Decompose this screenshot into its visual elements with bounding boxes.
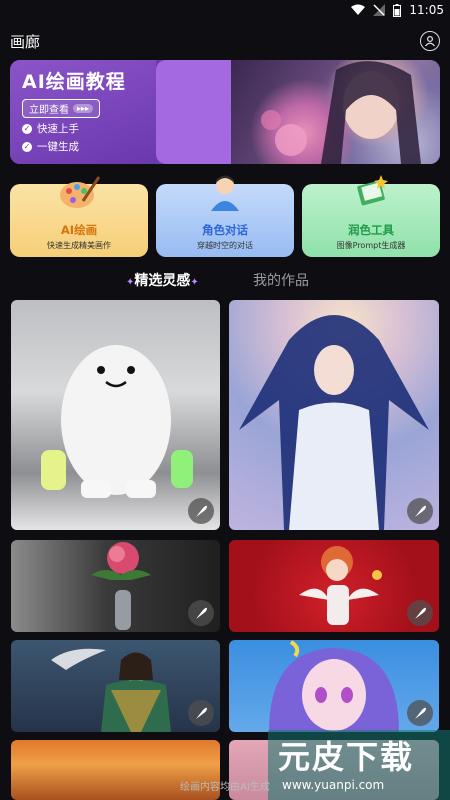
feature-label: 快速上手 bbox=[37, 123, 79, 135]
no-signal-icon bbox=[373, 4, 386, 16]
sparkle-icon: ✦ bbox=[190, 277, 199, 288]
profile-button[interactable] bbox=[420, 31, 440, 51]
card-subtitle: 快速生成精美画作 bbox=[47, 241, 111, 250]
remix-button[interactable] bbox=[188, 700, 214, 726]
book-icon bbox=[349, 170, 393, 212]
view-now-label: 立即查看 bbox=[29, 105, 69, 116]
remix-button[interactable] bbox=[188, 600, 214, 626]
blue-hair-girl-image[interactable] bbox=[229, 300, 439, 530]
watermark-text: 元皮下载 bbox=[278, 738, 415, 776]
banner-text-panel: AI绘画教程 立即查看 ▸▸▸ ✓ 快速上手 ✓ 一键生成 bbox=[10, 60, 156, 164]
polish-tool-card[interactable]: 润色工具 图像Prompt生成器 bbox=[302, 175, 440, 257]
peony-vase-image[interactable] bbox=[11, 540, 220, 632]
feature-cards: AI绘画 快速生成精美画作 角色对话 穿越时空的对话 润色工具 图像Prompt… bbox=[10, 175, 440, 257]
user-icon bbox=[424, 35, 436, 47]
remix-button[interactable] bbox=[407, 498, 433, 524]
status-time: 11:05 bbox=[409, 3, 444, 17]
purple-anime-girl-image[interactable] bbox=[229, 640, 439, 732]
quill-icon bbox=[196, 607, 207, 619]
card-subtitle: 穿越时空的对话 bbox=[197, 241, 253, 250]
view-now-button[interactable]: 立即查看 ▸▸▸ bbox=[22, 99, 101, 118]
arrows-icon: ▸▸▸ bbox=[73, 104, 94, 113]
banner-artwork-image bbox=[231, 60, 440, 164]
card-title: 润色工具 bbox=[348, 223, 394, 237]
quill-icon bbox=[196, 505, 207, 517]
card-title: AI绘画 bbox=[60, 223, 98, 237]
quill-icon bbox=[415, 607, 426, 619]
card-title: 角色对话 bbox=[202, 223, 248, 237]
tutorial-banner[interactable]: AI绘画教程 立即查看 ▸▸▸ ✓ 快速上手 ✓ 一键生成 bbox=[10, 60, 440, 164]
gallery-tabs: ✦精选灵感✦ 我的作品 bbox=[0, 270, 450, 294]
tab-featured-label: 精选灵感 bbox=[134, 273, 191, 289]
check-icon: ✓ bbox=[22, 141, 32, 152]
white-creature-image[interactable] bbox=[11, 300, 220, 530]
tab-featured[interactable]: ✦精选灵感✦ bbox=[126, 270, 199, 290]
feature-label: 一键生成 bbox=[37, 141, 79, 153]
quill-icon bbox=[415, 505, 426, 517]
ai-generated-note: 绘画内容均由AI生成 bbox=[180, 782, 270, 793]
remix-button[interactable] bbox=[407, 700, 433, 726]
banner-title: AI绘画教程 bbox=[22, 71, 126, 93]
remix-button[interactable] bbox=[407, 600, 433, 626]
fairy-bird-image[interactable] bbox=[11, 640, 220, 732]
battery-icon bbox=[393, 3, 402, 17]
page-title: 画廊 bbox=[10, 32, 41, 51]
palette-icon bbox=[57, 170, 101, 212]
ai-painting-card[interactable]: AI绘画 快速生成精美画作 bbox=[10, 176, 148, 257]
app-header: 画廊 bbox=[0, 24, 450, 58]
feature-row: ✓ 快速上手 bbox=[22, 121, 144, 136]
card-subtitle: 图像Prompt生成器 bbox=[336, 241, 406, 250]
person-icon bbox=[203, 170, 247, 212]
check-icon: ✓ bbox=[22, 123, 32, 134]
character-chat-card[interactable]: 角色对话 穿越时空的对话 bbox=[156, 175, 294, 257]
status-bar: 11:05 bbox=[0, 0, 450, 20]
feature-row: ✓ 一键生成 bbox=[22, 139, 144, 154]
tab-my-works[interactable]: 我的作品 bbox=[253, 270, 309, 290]
cupid-figure-image[interactable] bbox=[229, 540, 439, 632]
watermark-url: www.yuanpi.com bbox=[282, 778, 385, 792]
remix-button[interactable] bbox=[188, 498, 214, 524]
quill-icon bbox=[196, 707, 207, 719]
wifi-icon bbox=[351, 4, 366, 15]
banner-divider bbox=[156, 60, 232, 164]
watermark-overlay: 元皮下载 www.yuanpi.com bbox=[268, 730, 450, 800]
quill-icon bbox=[415, 707, 426, 719]
